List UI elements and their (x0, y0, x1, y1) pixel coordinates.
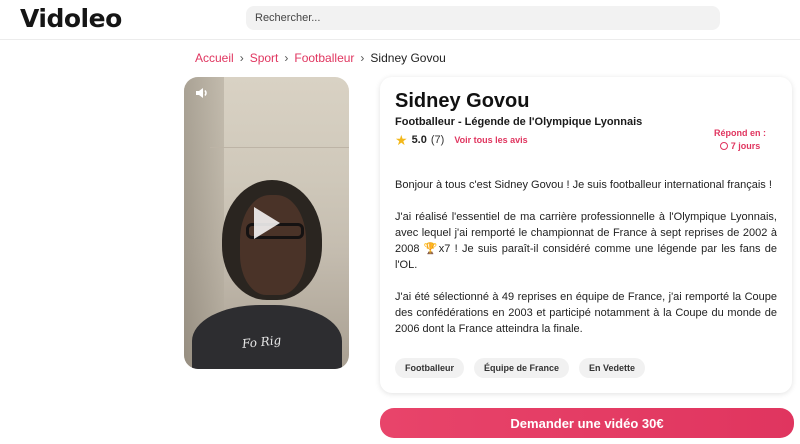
video-player[interactable]: Fo Rig (184, 77, 349, 369)
request-video-button[interactable]: Demander une vidéo 30€ (380, 408, 794, 438)
profile-name: Sidney Govou (395, 90, 530, 112)
chevron-right-icon: › (360, 51, 365, 65)
site-logo[interactable]: Vidoleo (20, 4, 122, 33)
search-input[interactable] (246, 6, 720, 30)
rating-score: 5.0 (411, 134, 427, 146)
response-label: Répond en : (714, 128, 766, 138)
chevron-right-icon: › (239, 51, 244, 65)
reviews-link[interactable]: Voir tous les avis (454, 135, 527, 145)
search-bar[interactable] (246, 6, 720, 30)
tag-equipe-de-france[interactable]: Équipe de France (474, 358, 570, 378)
clock-icon (719, 142, 728, 150)
sound-icon[interactable] (194, 85, 210, 101)
response-value: 7 jours (730, 141, 761, 151)
breadcrumb-footballeur[interactable]: Footballeur (294, 51, 354, 65)
tag-footballeur[interactable]: Footballeur (395, 358, 464, 378)
breadcrumb-accueil[interactable]: Accueil (195, 51, 234, 65)
star-icon: ★ (395, 132, 408, 148)
tag-en-vedette[interactable]: En Vedette (579, 358, 646, 378)
response-time: Répond en : 7 jours (700, 127, 780, 153)
profile-card: Sidney Govou Footballeur - Légende de l'… (380, 77, 792, 393)
tag-list: Footballeur Équipe de France En Vedette (395, 358, 646, 378)
bio-paragraph: J'ai réalisé l'essentiel de ma carrière … (395, 211, 777, 271)
profile-subtitle: Footballeur - Légende de l'Olympique Lyo… (395, 116, 643, 128)
breadcrumb: Accueil › Sport › Footballeur › Sidney G… (195, 51, 446, 65)
bio-paragraph: Bonjour à tous c'est Sidney Govou ! Je s… (395, 179, 772, 191)
play-icon[interactable] (254, 207, 280, 239)
profile-bio: Bonjour à tous c'est Sidney Govou ! Je s… (395, 177, 777, 353)
breadcrumb-current: Sidney Govou (370, 51, 446, 65)
breadcrumb-sport[interactable]: Sport (250, 51, 279, 65)
chevron-right-icon: › (284, 51, 289, 65)
rating-count: (7) (430, 134, 445, 146)
video-background-line (210, 147, 349, 148)
bio-paragraph: J'ai été sélectionné à 49 reprises en éq… (395, 291, 777, 335)
rating-row: ★ 5.0 (7) Voir tous les avis (395, 133, 528, 147)
top-header: Vidoleo (0, 0, 800, 40)
